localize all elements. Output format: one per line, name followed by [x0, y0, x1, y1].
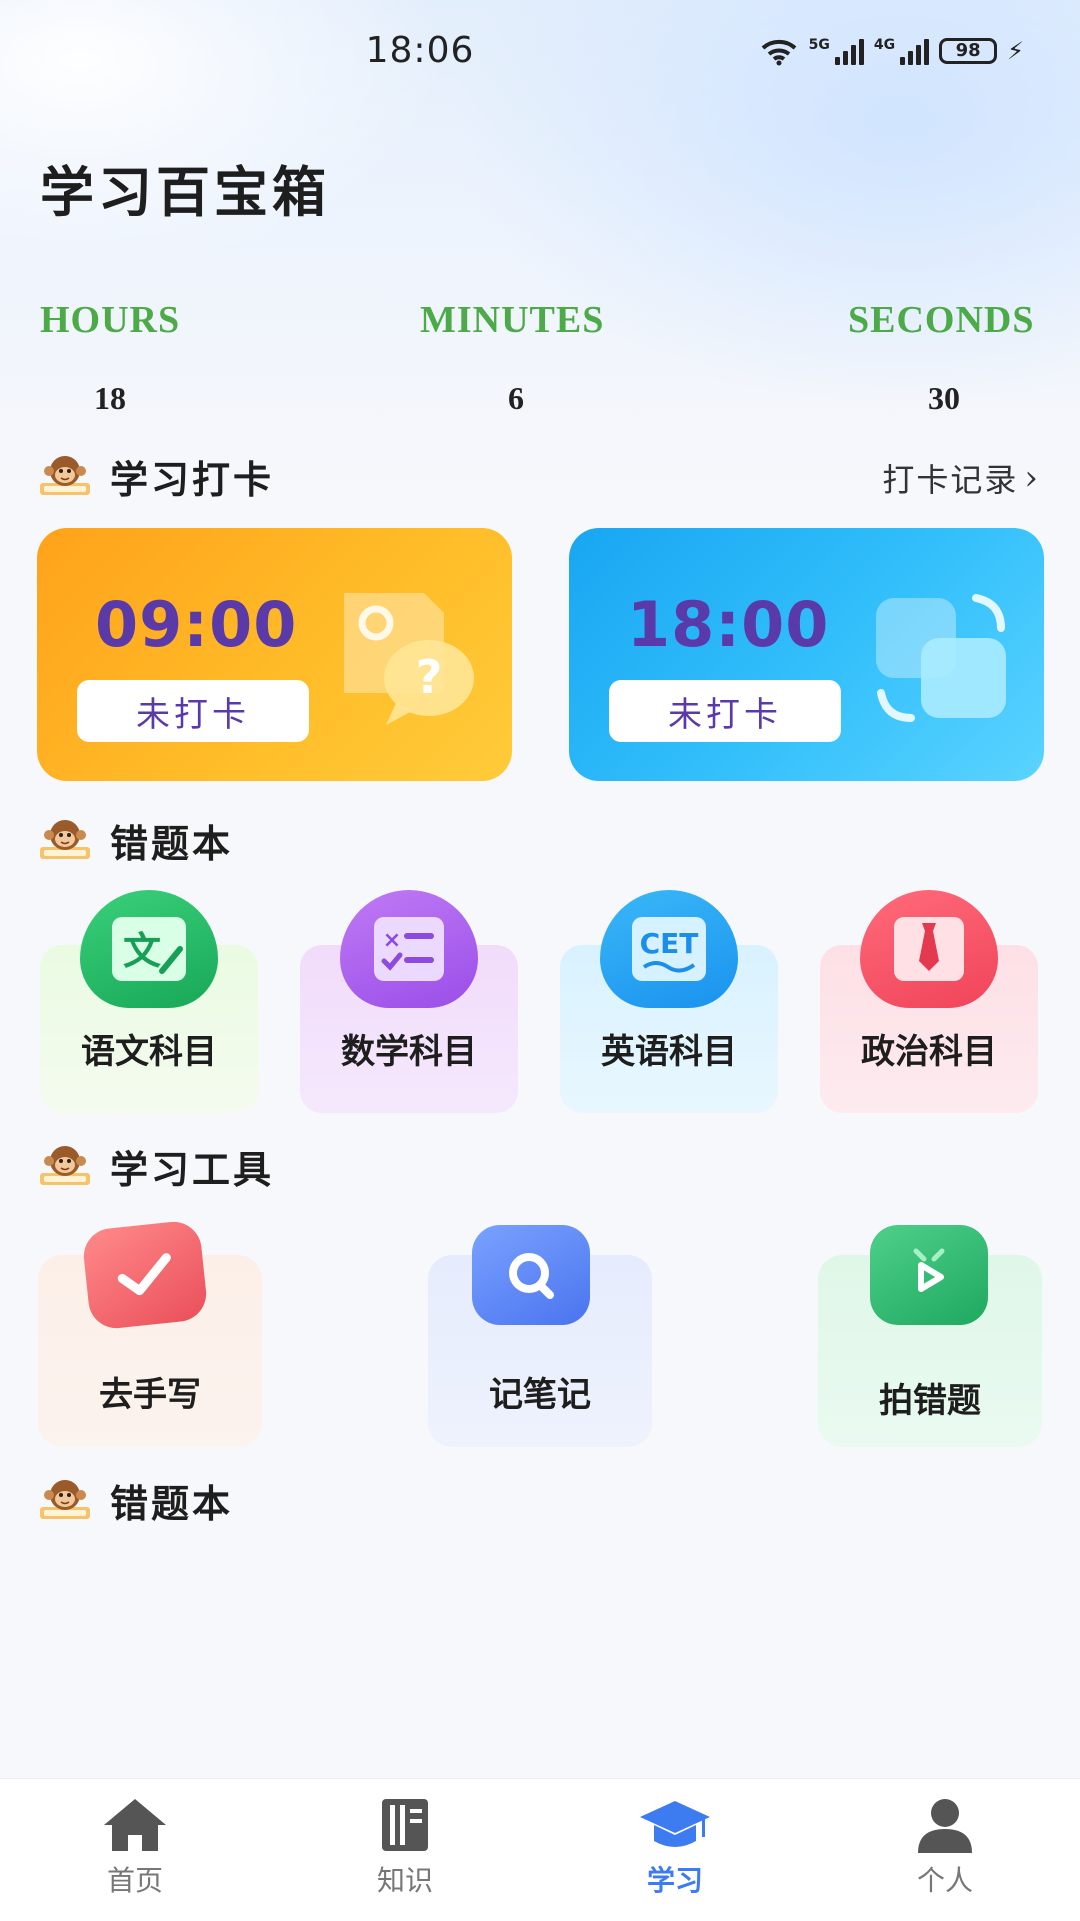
tie-icon: [860, 890, 998, 1008]
nav-label: 首页: [106, 1864, 163, 1897]
svg-text:×: ×: [383, 928, 401, 953]
section-header-mistakes-2: 错题本: [36, 1472, 233, 1528]
math-list-icon: ×: [340, 890, 478, 1008]
net-tag-4g: 4G: [873, 37, 896, 53]
checkin-record-label: 打卡记录: [882, 461, 1019, 499]
nav-label: 个人: [916, 1864, 973, 1897]
tool-label: 去手写: [99, 1376, 201, 1414]
nav-label: 知识: [376, 1864, 433, 1897]
section-header-tools: 学习工具: [36, 1138, 274, 1194]
chevron-right-icon: ›: [1024, 458, 1040, 498]
checkin-status-button[interactable]: 未打卡: [77, 680, 309, 742]
subject-tile-english[interactable]: CET 英语科目: [560, 890, 778, 1113]
seconds-value: 30: [928, 380, 960, 416]
book-icon: [382, 1799, 428, 1851]
checkin-card-morning[interactable]: 09:00 未打卡 ?: [37, 528, 512, 781]
status-time: 18:06: [365, 30, 475, 71]
section-title-mistakes-2: 错题本: [110, 1480, 234, 1526]
svg-text:?: ?: [416, 650, 443, 704]
minutes-label: MINUTES: [420, 299, 605, 341]
section-title-tools: 学习工具: [110, 1146, 275, 1192]
person-icon: [918, 1799, 972, 1853]
checkin-card-evening[interactable]: 18:00 未打卡: [569, 528, 1044, 781]
subject-tile-math[interactable]: × 数学科目: [300, 890, 518, 1113]
charging-icon: ⚡: [1007, 37, 1024, 65]
minutes-value: 6: [508, 380, 524, 416]
chinese-icon-glyph: 文: [123, 929, 161, 973]
section-title-mistakes: 错题本: [110, 820, 234, 866]
checkin-time: 09:00: [95, 588, 298, 661]
chinese-text-icon: 文: [80, 890, 218, 1008]
play-tv-icon: [870, 1225, 988, 1325]
bottom-nav: 首页 知识 学习 个人: [0, 1778, 1080, 1921]
tool-photo-mistakes[interactable]: 拍错题: [818, 1225, 1042, 1447]
monkey-mascot-icon: [40, 456, 90, 495]
section-header-mistakes: 错题本: [36, 812, 233, 868]
signal-4g-icon: 4G: [873, 37, 930, 65]
home-icon: [104, 1799, 166, 1851]
subject-label: 英语科目: [601, 1033, 737, 1071]
tool-label: 拍错题: [879, 1382, 981, 1420]
monkey-mascot-icon: [40, 1480, 90, 1519]
graduation-cap-icon: [640, 1801, 710, 1847]
hours-label: HOURS: [40, 299, 181, 341]
subject-label: 数学科目: [341, 1033, 477, 1071]
nav-item-home[interactable]: 首页: [55, 1795, 215, 1899]
nav-item-knowledge[interactable]: 知识: [325, 1795, 485, 1899]
monkey-mascot-icon: [40, 1146, 90, 1185]
nav-item-profile[interactable]: 个人: [865, 1795, 1025, 1899]
search-note-icon: [472, 1225, 590, 1325]
question-bubble-icon: ?: [344, 593, 474, 725]
subject-tile-politics[interactable]: 政治科目: [820, 890, 1038, 1113]
battery-icon: 98: [939, 38, 998, 64]
monkey-mascot-icon: [40, 820, 90, 859]
page-title: 学习百宝箱: [40, 160, 330, 224]
cet-icon: CET: [600, 890, 738, 1008]
cet-icon-glyph: CET: [640, 927, 699, 960]
checkin-time: 18:00: [627, 588, 830, 661]
subject-label: 政治科目: [861, 1033, 997, 1071]
tool-notes[interactable]: 记笔记: [428, 1225, 652, 1447]
checkin-status-button[interactable]: 未打卡: [609, 680, 841, 742]
seconds-label: SECONDS: [848, 299, 1035, 341]
nav-label: 学习: [646, 1864, 703, 1897]
signal-5g-icon: 5G: [809, 37, 864, 65]
swap-squares-icon: [876, 594, 1006, 722]
status-bar: 18:06 5G 4G 98 ⚡: [0, 0, 1080, 110]
subject-tile-chinese[interactable]: 文 语文科目: [40, 890, 258, 1113]
subject-label: 语文科目: [81, 1033, 217, 1071]
section-title-checkin: 学习打卡: [110, 456, 275, 502]
checkin-record-link[interactable]: 打卡记录 ›: [882, 455, 1040, 501]
section-header-checkin: 学习打卡: [36, 448, 274, 504]
wifi-icon: [761, 39, 797, 66]
status-icons: 5G 4G 98 ⚡: [759, 36, 1024, 66]
nav-item-study[interactable]: 学习: [595, 1795, 755, 1899]
tool-label: 记笔记: [489, 1376, 591, 1414]
hours-value: 18: [94, 380, 126, 416]
tool-handwrite[interactable]: 去手写: [38, 1219, 262, 1447]
checkmark-icon: [81, 1219, 209, 1331]
net-tag-5g: 5G: [808, 37, 830, 53]
